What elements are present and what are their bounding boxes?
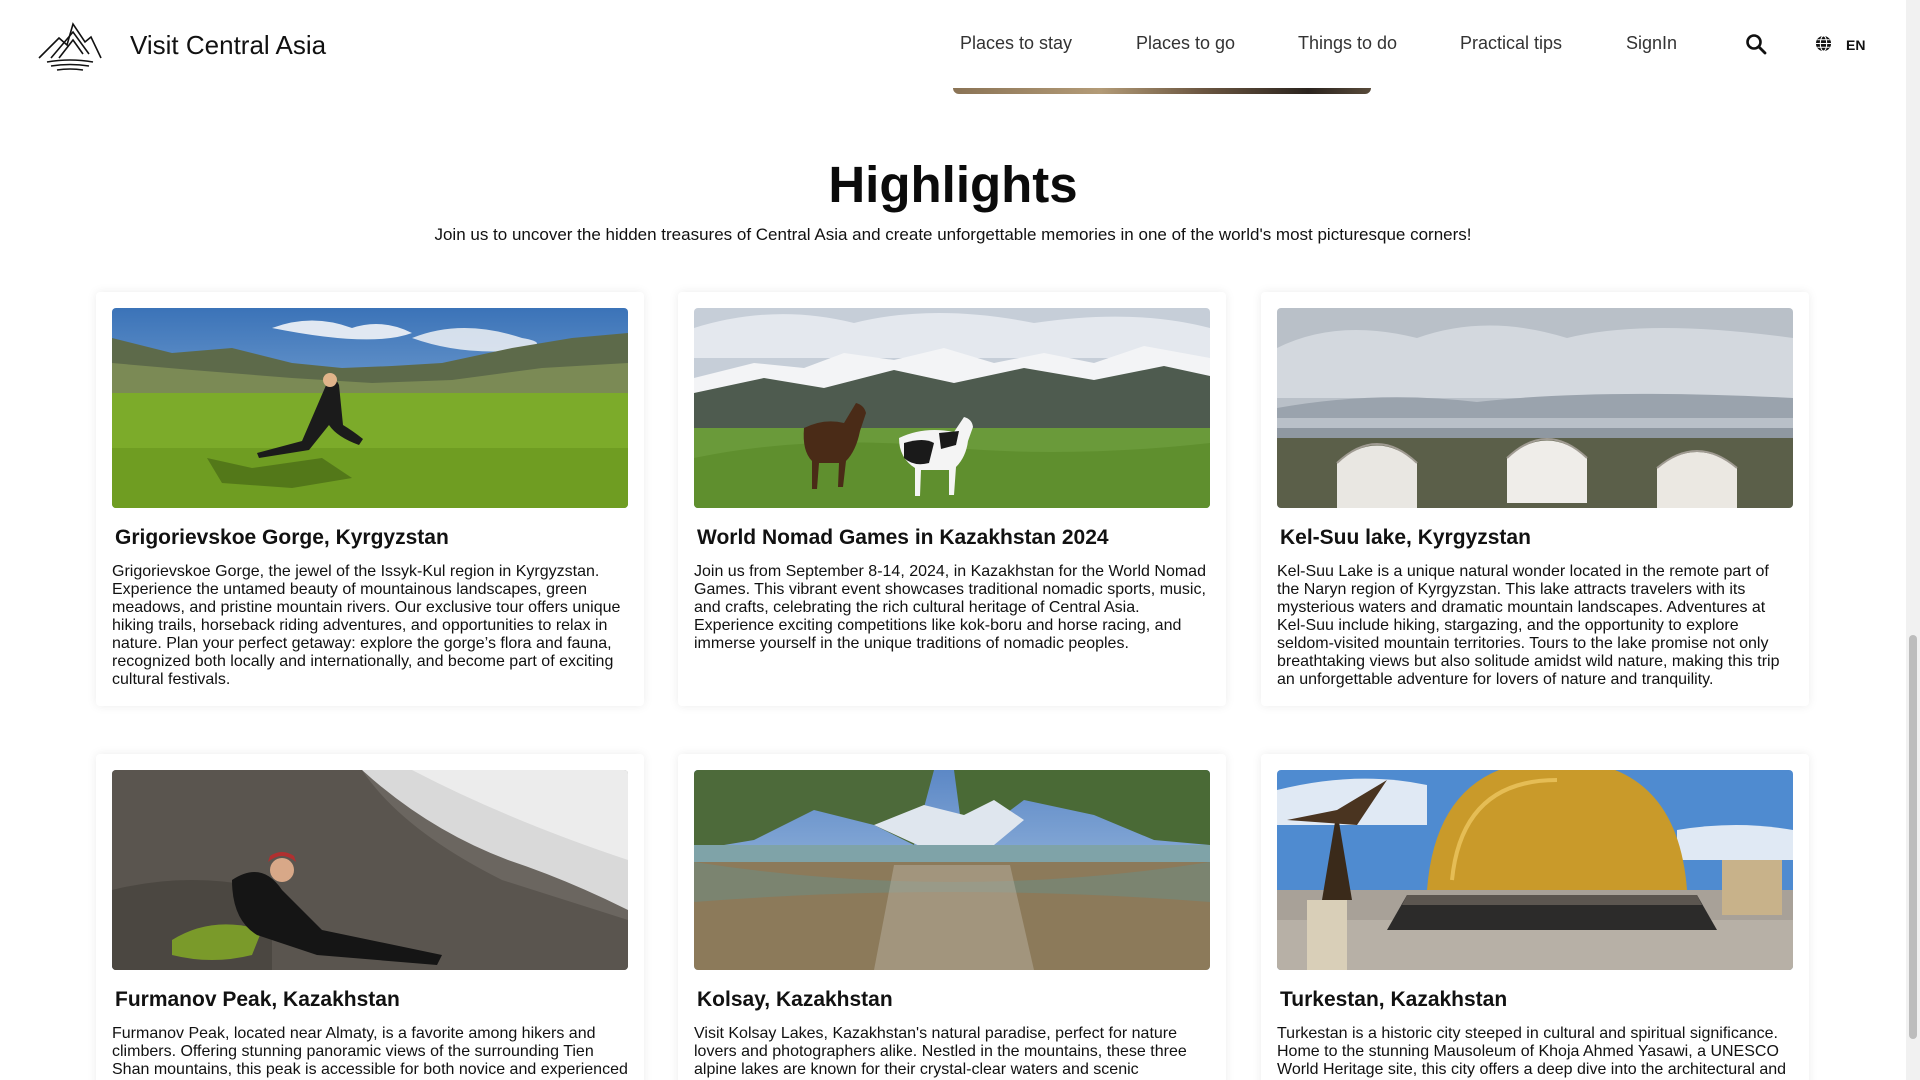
search-icon[interactable] (1745, 33, 1767, 55)
brand-name[interactable]: Visit Central Asia (130, 30, 326, 61)
highlight-card[interactable]: Grigorievskoe Gorge, Kyrgyzstan Grigorie… (96, 292, 644, 706)
card-title[interactable]: Grigorievskoe Gorge, Kyrgyzstan (115, 526, 449, 550)
language-selector[interactable]: EN (1846, 37, 1865, 53)
highlight-card[interactable]: Furmanov Peak, Kazakhstan Furmanov Peak,… (96, 754, 644, 1080)
highlight-card[interactable]: Turkestan, Kazakhstan Turkestan is a his… (1261, 754, 1809, 1080)
section-subtitle: Join us to uncover the hidden treasures … (434, 225, 1472, 244)
highlight-card[interactable]: Kolsay, Kazakhstan Visit Kolsay Lakes, K… (678, 754, 1226, 1080)
card-description: Join us from September 8-14, 2024, in Ka… (694, 563, 1206, 652)
card-image[interactable] (112, 770, 628, 970)
card-image[interactable] (1277, 770, 1793, 970)
card-image[interactable] (1277, 308, 1793, 508)
card-image[interactable] (694, 308, 1210, 508)
globe-icon[interactable] (1815, 35, 1832, 52)
card-image[interactable] (112, 308, 628, 508)
highlight-card[interactable]: World Nomad Games in Kazakhstan 2024 Joi… (678, 292, 1226, 706)
card-image[interactable] (694, 770, 1210, 970)
mountain-logo-icon[interactable] (37, 18, 103, 72)
card-title[interactable]: World Nomad Games in Kazakhstan 2024 (697, 526, 1109, 550)
card-title[interactable]: Turkestan, Kazakhstan (1280, 988, 1507, 1012)
section-title: Highlights (828, 156, 1078, 213)
card-description: Visit Kolsay Lakes, Kazakhstan's natural… (694, 1025, 1187, 1078)
page-scrollbar[interactable] (1906, 0, 1920, 1080)
nav-places-to-go[interactable]: Places to go (1136, 33, 1235, 54)
nav-things-to-do[interactable]: Things to do (1298, 33, 1397, 54)
card-description: Kel-Suu Lake is a unique natural wonder … (1277, 563, 1780, 688)
card-description: Turkestan is a historic city steeped in … (1277, 1025, 1787, 1078)
card-description: Grigorievskoe Gorge, the jewel of the Is… (112, 563, 621, 688)
nav-practical-tips[interactable]: Practical tips (1460, 33, 1562, 54)
site-header: Visit Central Asia Places to stay Places… (0, 0, 1906, 88)
scrollbar-thumb[interactable] (1909, 635, 1917, 1039)
card-title[interactable]: Kel-Suu lake, Kyrgyzstan (1280, 526, 1531, 550)
nav-signin[interactable]: SignIn (1626, 33, 1677, 54)
nav-places-to-stay[interactable]: Places to stay (960, 33, 1072, 54)
card-title[interactable]: Furmanov Peak, Kazakhstan (115, 988, 400, 1012)
highlight-card[interactable]: Kel-Suu lake, Kyrgyzstan Kel-Suu Lake is… (1261, 292, 1809, 706)
card-title[interactable]: Kolsay, Kazakhstan (697, 988, 893, 1012)
card-description: Furmanov Peak, located near Almaty, is a… (112, 1025, 628, 1078)
